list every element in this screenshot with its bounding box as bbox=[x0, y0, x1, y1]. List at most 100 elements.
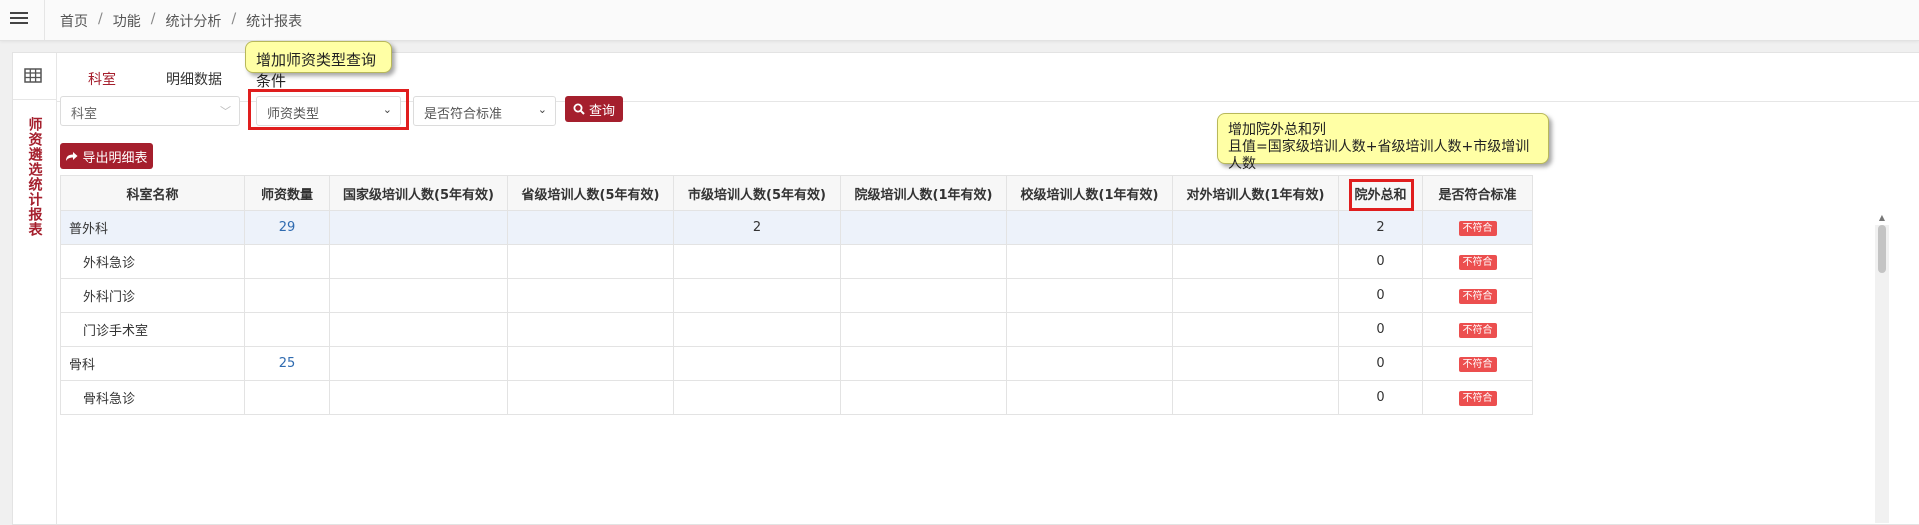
cell bbox=[673, 346, 841, 381]
department-name: 普外科 bbox=[60, 210, 245, 245]
left-panel: 师资遴选统计报表 bbox=[13, 53, 57, 524]
cell bbox=[507, 278, 674, 313]
cell: 0 bbox=[1338, 244, 1423, 279]
column-header[interactable]: 省级培训人数(5年有效) bbox=[507, 175, 674, 211]
cell bbox=[840, 244, 1007, 279]
annotation-note-line2: 且值=国家级培训人数+省级培训人数+市级增训人数 bbox=[1228, 139, 1530, 172]
cell bbox=[1006, 346, 1173, 381]
top-bar: 首页 / 功能 / 统计分析 / 统计报表 bbox=[0, 0, 1919, 41]
cell bbox=[329, 312, 508, 347]
cell: 0 bbox=[1338, 346, 1423, 381]
cell bbox=[1172, 210, 1339, 245]
chevron-down-icon: ﹀ bbox=[220, 105, 231, 118]
column-header[interactable]: 师资数量 bbox=[244, 175, 330, 211]
cell bbox=[840, 312, 1007, 347]
column-header[interactable]: 院级培训人数(1年有效) bbox=[840, 175, 1007, 211]
cell bbox=[673, 278, 841, 313]
chevron-down-icon: ⌄ bbox=[382, 103, 392, 116]
meets-standard-select[interactable]: 是否符合标准 ⌄ bbox=[413, 96, 556, 126]
teacher-count-link[interactable]: 25 bbox=[244, 346, 330, 381]
cell bbox=[329, 210, 508, 245]
column-header[interactable]: 科室名称 bbox=[60, 175, 245, 211]
tab-detail-data[interactable]: 明细数据 bbox=[166, 69, 222, 89]
meets-standard-select-value: 是否符合标准 bbox=[424, 107, 503, 122]
cell bbox=[1172, 278, 1339, 313]
column-header[interactable]: 市级培训人数(5年有效) bbox=[673, 175, 841, 211]
column-header[interactable]: 对外培训人数(1年有效) bbox=[1172, 175, 1339, 211]
breadcrumb-item-home[interactable]: 首页 bbox=[60, 11, 88, 31]
cell bbox=[840, 380, 1007, 415]
cell bbox=[507, 210, 674, 245]
table-icon[interactable] bbox=[24, 68, 42, 87]
teacher-count-link[interactable]: 29 bbox=[244, 210, 330, 245]
status-badge: 不符合 bbox=[1458, 220, 1497, 236]
breadcrumb: 首页 / 功能 / 统计分析 / 统计报表 bbox=[60, 11, 302, 31]
table-row[interactable]: 骨科 25 0 不符合 bbox=[60, 346, 1533, 381]
cell bbox=[1006, 278, 1173, 313]
cell bbox=[507, 312, 674, 347]
statistics-table: 科室名称 师资数量 国家级培训人数(5年有效) 省级培训人数(5年有效) 市级培… bbox=[60, 175, 1533, 415]
status-badge: 不符合 bbox=[1458, 288, 1497, 304]
cell bbox=[329, 278, 508, 313]
status-badge: 不符合 bbox=[1458, 322, 1497, 338]
chevron-down-icon: ⌄ bbox=[537, 103, 547, 116]
breadcrumb-item-function[interactable]: 功能 bbox=[113, 11, 141, 31]
table-scrollbar[interactable] bbox=[1875, 225, 1889, 523]
cell bbox=[244, 380, 330, 415]
cell bbox=[1006, 312, 1173, 347]
cell bbox=[1172, 312, 1339, 347]
breadcrumb-separator: / bbox=[150, 11, 156, 27]
annotation-note-outside-total: 增加院外总和列 且值=国家级培训人数+省级培训人数+市级增训人数 bbox=[1217, 113, 1549, 172]
status-cell: 不符合 bbox=[1422, 312, 1533, 347]
column-header-outside-total[interactable]: 院外总和 bbox=[1338, 175, 1423, 211]
cell bbox=[673, 244, 841, 279]
query-button-label: 查询 bbox=[588, 103, 615, 119]
status-cell: 不符合 bbox=[1422, 278, 1533, 313]
cell bbox=[244, 312, 330, 347]
teacher-count-value[interactable]: 29 bbox=[279, 220, 296, 235]
teacher-type-select[interactable]: 师资类型 ⌄ bbox=[256, 96, 401, 126]
department-name: 外科门诊 bbox=[60, 278, 245, 313]
cell bbox=[329, 244, 508, 279]
cell bbox=[507, 244, 674, 279]
status-badge: 不符合 bbox=[1458, 390, 1497, 406]
status-badge: 不符合 bbox=[1458, 254, 1497, 270]
cell bbox=[1172, 380, 1339, 415]
cell bbox=[329, 380, 508, 415]
scrollbar-thumb[interactable] bbox=[1878, 225, 1886, 273]
cell bbox=[507, 346, 674, 381]
column-header[interactable]: 校级培训人数(1年有效) bbox=[1006, 175, 1173, 211]
department-name: 门诊手术室 bbox=[60, 312, 245, 347]
annotation-note-line1: 增加院外总和列 bbox=[1228, 122, 1326, 138]
cell bbox=[507, 380, 674, 415]
teacher-type-select-value: 师资类型 bbox=[267, 107, 320, 122]
cell bbox=[1006, 244, 1173, 279]
share-arrow-icon bbox=[66, 151, 78, 161]
department-select[interactable]: 科室 ﹀ bbox=[60, 96, 240, 126]
cell bbox=[1006, 210, 1173, 245]
hamburger-menu-icon[interactable] bbox=[10, 10, 28, 26]
cell: 2 bbox=[673, 210, 841, 245]
column-header[interactable]: 国家级培训人数(5年有效) bbox=[329, 175, 508, 211]
cell bbox=[244, 244, 330, 279]
table-row[interactable]: 骨科急诊 0 不符合 bbox=[60, 380, 1533, 415]
table-row[interactable]: 门诊手术室 0 不符合 bbox=[60, 312, 1533, 347]
cell bbox=[673, 380, 841, 415]
query-button[interactable]: 查询 bbox=[565, 96, 623, 122]
breadcrumb-item-report: 统计报表 bbox=[246, 14, 303, 30]
breadcrumb-item-stats[interactable]: 统计分析 bbox=[165, 11, 221, 31]
teacher-count-value[interactable]: 25 bbox=[279, 356, 296, 371]
column-header[interactable]: 是否符合标准 bbox=[1422, 175, 1533, 211]
scroll-up-arrow-icon[interactable]: ▲ bbox=[1877, 213, 1887, 223]
department-name: 外科急诊 bbox=[60, 244, 245, 279]
status-cell: 不符合 bbox=[1422, 346, 1533, 381]
table-row[interactable]: 外科门诊 0 不符合 bbox=[60, 278, 1533, 313]
table-row[interactable]: 外科急诊 0 不符合 bbox=[60, 244, 1533, 279]
export-detail-button[interactable]: 导出明细表 bbox=[60, 143, 153, 169]
cell bbox=[329, 346, 508, 381]
table-row[interactable]: 普外科 29 2 2 不符合 bbox=[60, 210, 1533, 245]
status-badge: 不符合 bbox=[1458, 356, 1497, 372]
tab-department[interactable]: 科室 bbox=[76, 69, 128, 103]
cell bbox=[1172, 346, 1339, 381]
status-cell: 不符合 bbox=[1422, 210, 1533, 245]
